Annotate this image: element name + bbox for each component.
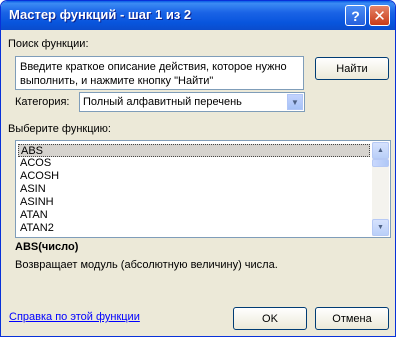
category-select[interactable]: Полный алфавитный перечень ▼ bbox=[79, 92, 305, 112]
question-mark-icon: ? bbox=[351, 7, 360, 24]
chevron-down-icon: ▼ bbox=[377, 224, 384, 231]
help-button[interactable]: ? bbox=[345, 5, 366, 26]
window-title: Мастер функций - шаг 1 из 2 bbox=[9, 7, 192, 22]
close-icon: ✕ bbox=[373, 7, 386, 25]
function-list-label: Выберите функцию: bbox=[8, 123, 111, 135]
title-bar[interactable]: Мастер функций - шаг 1 из 2 ? ✕ bbox=[1, 1, 395, 30]
function-wizard-dialog: Мастер функций - шаг 1 из 2 ? ✕ Поиск фу… bbox=[0, 0, 396, 337]
help-link[interactable]: Справка по этой функции bbox=[9, 311, 140, 323]
ok-button[interactable]: OK bbox=[233, 307, 307, 330]
close-button[interactable]: ✕ bbox=[369, 5, 390, 26]
list-item[interactable]: ACOS bbox=[18, 157, 370, 170]
vertical-scrollbar[interactable]: ▲ ▼ bbox=[372, 142, 389, 236]
scroll-up-button[interactable]: ▲ bbox=[372, 142, 389, 159]
list-item[interactable]: ABS bbox=[18, 144, 370, 157]
find-button[interactable]: Найти bbox=[315, 57, 389, 80]
list-item[interactable]: ATAN bbox=[18, 209, 370, 222]
scroll-down-button[interactable]: ▼ bbox=[372, 219, 389, 236]
scroll-thumb[interactable] bbox=[372, 159, 389, 167]
function-list[interactable]: ABS ACOS ACOSH ASIN ASINH ATAN ATAN2 ▲ ▼ bbox=[15, 140, 391, 238]
search-input[interactable]: Введите краткое описание действия, котор… bbox=[15, 56, 304, 90]
category-label: Категория: bbox=[15, 96, 70, 108]
list-item[interactable]: ASIN bbox=[18, 183, 370, 196]
function-signature: ABS(число) bbox=[15, 241, 79, 253]
chevron-up-icon: ▲ bbox=[377, 147, 384, 154]
list-item[interactable]: ACOSH bbox=[18, 170, 370, 183]
category-value: Полный алфавитный перечень bbox=[83, 96, 242, 108]
function-description: Возвращает модуль (абсолютную величину) … bbox=[15, 259, 278, 271]
cancel-button[interactable]: Отмена bbox=[315, 307, 389, 330]
search-label: Поиск функции: bbox=[8, 38, 89, 50]
list-item[interactable]: ASINH bbox=[18, 196, 370, 209]
chevron-down-icon[interactable]: ▼ bbox=[287, 94, 303, 110]
list-item[interactable]: ATAN2 bbox=[18, 222, 370, 235]
